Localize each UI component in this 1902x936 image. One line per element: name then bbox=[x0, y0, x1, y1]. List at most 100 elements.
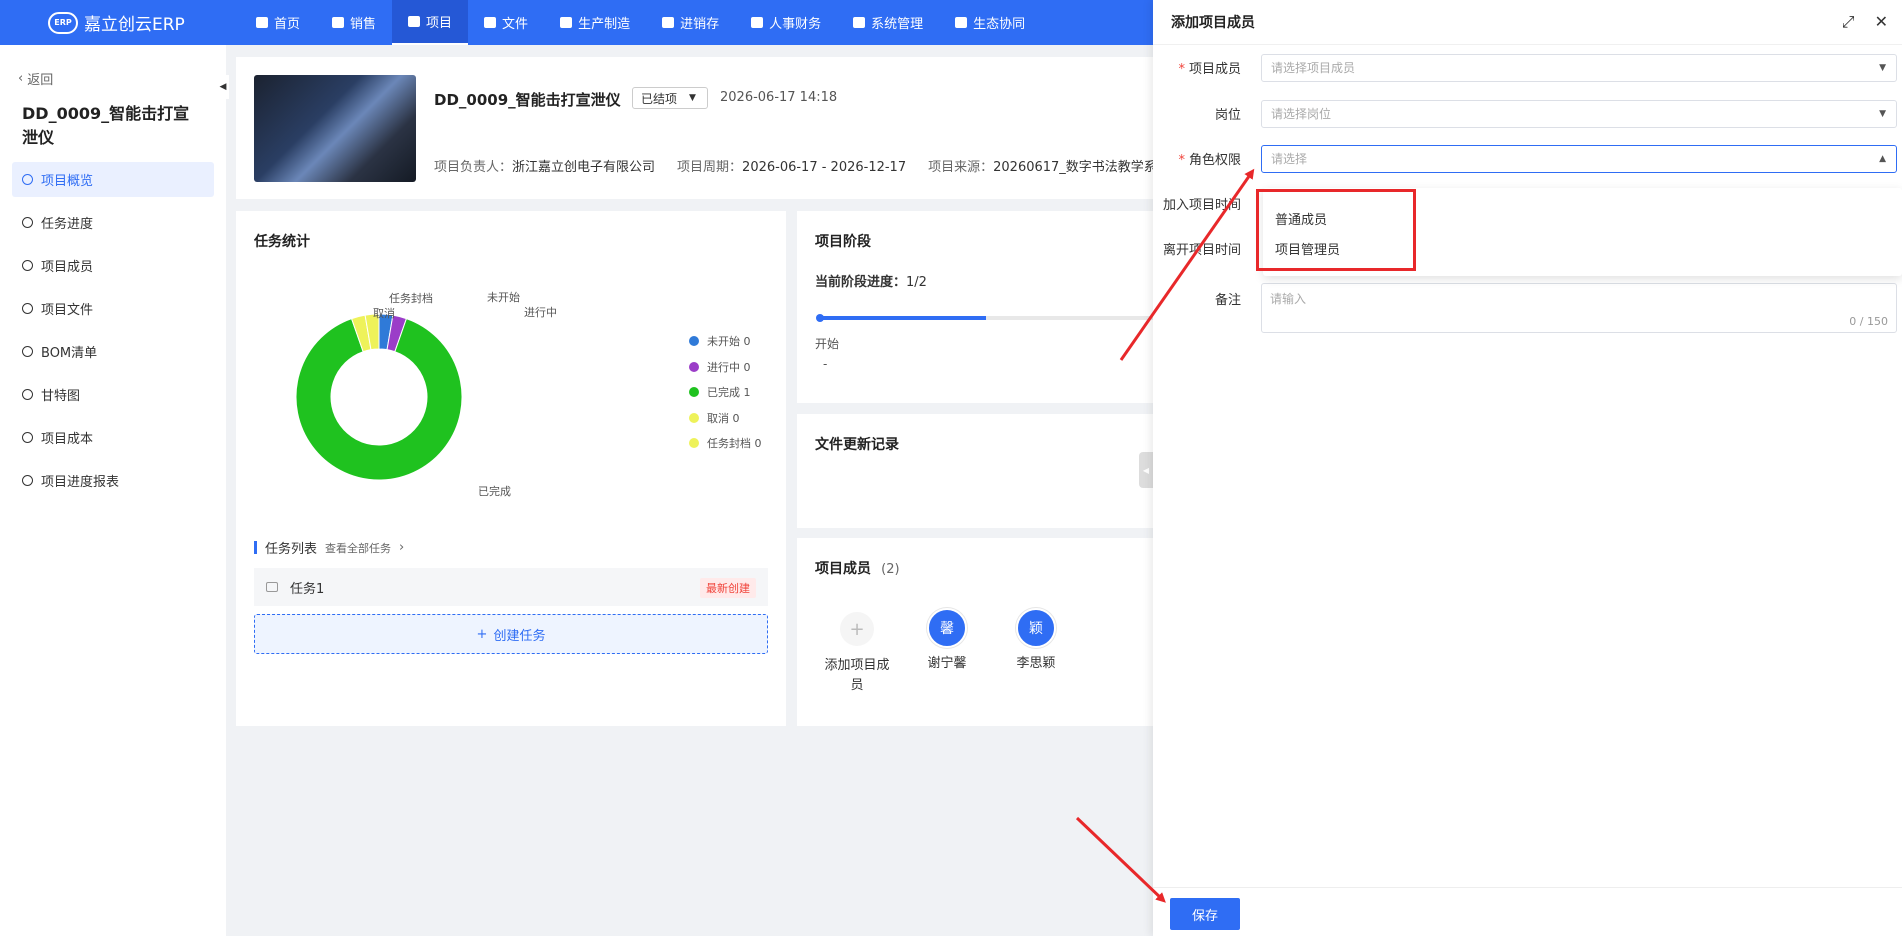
nav-label: 文件 bbox=[502, 17, 529, 32]
panel-collapse-handle[interactable]: ◀ bbox=[1139, 452, 1153, 488]
member-name: 谢宁馨 bbox=[927, 656, 967, 671]
members-card: 项目成员 (2) + 添加项目成员 馨 谢宁馨 颖 李思颖 bbox=[797, 538, 1153, 726]
project-datetime: 2026-06-17 14:18 bbox=[720, 90, 838, 105]
legend-dot bbox=[689, 361, 699, 372]
owner-field: 项目负责人：浙江嘉立创电子有限公司 bbox=[434, 156, 655, 175]
role-select[interactable]: 请选择 ▲ bbox=[1261, 144, 1897, 173]
annotation-highlight-box bbox=[1256, 189, 1416, 271]
sidebar-item-label: 项目进度报表 bbox=[41, 475, 120, 490]
pie-icon bbox=[22, 217, 33, 228]
create-task-button[interactable]: + 创建任务 bbox=[254, 614, 768, 654]
caret-up-icon: ▲ bbox=[1879, 153, 1886, 164]
period-field: 项目周期：2026-06-17 - 2026-12-17 bbox=[677, 156, 906, 175]
sidebar-item-overview[interactable]: 项目概览 bbox=[12, 162, 214, 197]
member-item[interactable]: 颖 李思颖 bbox=[1006, 608, 1066, 674]
legend-label: 进行中 0 bbox=[707, 360, 751, 374]
join-time-label: 加入项目时间 bbox=[1162, 198, 1241, 213]
nav-label: 生产制造 bbox=[578, 17, 631, 32]
sidebar-item-bom[interactable]: BOM清单 bbox=[12, 334, 214, 369]
back-link[interactable]: ‹ 返回 bbox=[0, 45, 226, 88]
gear-icon bbox=[853, 17, 866, 28]
nav-project[interactable]: 项目 bbox=[392, 0, 469, 45]
logo-mark-icon: ERP bbox=[48, 11, 78, 34]
legend-item[interactable]: 进行中 0 bbox=[689, 359, 751, 375]
save-button[interactable]: 保存 bbox=[1170, 898, 1240, 930]
nav-files[interactable]: 文件 bbox=[468, 0, 544, 45]
nav-label: 进销存 bbox=[680, 17, 720, 32]
close-icon[interactable]: ✕ bbox=[1875, 12, 1888, 32]
user-icon bbox=[22, 260, 33, 271]
remark-textarea[interactable]: 请输入 0 / 150 bbox=[1261, 283, 1897, 333]
sidebar-item-gantt[interactable]: 甘特图 bbox=[12, 377, 214, 412]
member-field-label: * 项目成员 bbox=[1178, 62, 1241, 77]
nav-label: 项目 bbox=[426, 16, 453, 31]
sidebar-item-label: 任务进度 bbox=[41, 217, 94, 232]
stage-dot bbox=[816, 314, 824, 322]
main-nav: 首页 销售 项目 文件 生产制造 进销存 人事财务 系统管理 生态协同 bbox=[240, 0, 1041, 45]
form-row-remark: 备注 请输入 0 / 150 bbox=[1153, 283, 1902, 333]
remark-label: 备注 bbox=[1214, 293, 1241, 308]
project-meta: 项目负责人：浙江嘉立创电子有限公司 项目周期：2026-06-17 - 2026… bbox=[434, 156, 1187, 175]
add-member-button[interactable]: + 添加项目成员 bbox=[819, 610, 895, 696]
legend-item[interactable]: 已完成 1 bbox=[689, 384, 751, 400]
stage-progress-fill bbox=[819, 316, 986, 320]
status-select[interactable]: 已结项 ▼ bbox=[632, 87, 708, 109]
form-row-role: * 角色权限 请选择 ▲ bbox=[1153, 144, 1902, 173]
nav-sales[interactable]: 销售 bbox=[316, 0, 392, 45]
remark-char-count: 0 / 150 bbox=[1849, 315, 1888, 328]
legend-item[interactable]: 未开始 0 bbox=[689, 333, 751, 349]
top-navbar: ERP 嘉立创云ERP 首页 销售 项目 文件 生产制造 进销存 人事财务 系统… bbox=[0, 0, 1153, 45]
callout-not-started: 未开始 bbox=[487, 291, 520, 304]
position-select[interactable]: 请选择岗位 ▼ bbox=[1261, 99, 1897, 128]
nav-manufacturing[interactable]: 生产制造 bbox=[544, 0, 646, 45]
sidebar-item-label: 项目成本 bbox=[41, 432, 94, 447]
callout-archived: 任务封档 bbox=[389, 292, 433, 305]
create-task-label: 创建任务 bbox=[493, 628, 546, 644]
legend-item[interactable]: 任务封档 0 bbox=[689, 435, 762, 451]
member-item[interactable]: 馨 谢宁馨 bbox=[917, 608, 977, 674]
network-icon bbox=[955, 17, 968, 28]
member-label-text: 项目成员 bbox=[1188, 62, 1241, 77]
drawer-actions: ⤢ ✕ bbox=[1842, 12, 1888, 32]
sidebar-item-cost[interactable]: 项目成本 bbox=[12, 420, 214, 455]
view-all-tasks-link[interactable]: 查看全部任务 bbox=[325, 540, 391, 556]
nav-label: 系统管理 bbox=[871, 17, 924, 32]
period-value: 2026-06-17 - 2026-12-17 bbox=[742, 160, 907, 175]
app-logo[interactable]: ERP 嘉立创云ERP bbox=[0, 10, 240, 35]
expand-icon[interactable]: ⤢ bbox=[1842, 12, 1855, 32]
period-label: 项目周期： bbox=[677, 160, 743, 175]
sidebar-menu: 项目概览 任务进度 项目成员 项目文件 BOM清单 甘特图 项目成本 项目进度报… bbox=[0, 162, 226, 498]
nav-label: 生态协同 bbox=[973, 17, 1026, 32]
nav-system[interactable]: 系统管理 bbox=[837, 0, 939, 45]
nav-hr-finance[interactable]: 人事财务 bbox=[735, 0, 837, 45]
legend-dot bbox=[689, 336, 699, 346]
sidebar-item-progress-report[interactable]: 项目进度报表 bbox=[12, 463, 214, 498]
task-stats-title: 任务统计 bbox=[254, 234, 310, 250]
task-row[interactable]: 任务1 最新创建 bbox=[254, 568, 768, 606]
nav-inventory[interactable]: 进销存 bbox=[646, 0, 735, 45]
cart-icon bbox=[332, 17, 345, 28]
stage-progress-track bbox=[819, 316, 1153, 320]
member-name: 李思颖 bbox=[1016, 656, 1056, 671]
chevron-right-icon: › bbox=[399, 540, 405, 555]
drawer-title: 添加项目成员 bbox=[1153, 0, 1902, 45]
project-header-card: DD_0009_智能击打宣泄仪 已结项 ▼ 2026-06-17 14:18 项… bbox=[236, 57, 1187, 199]
sidebar-item-label: 项目成员 bbox=[41, 260, 94, 275]
legend-dot bbox=[689, 438, 699, 448]
callout-cancel: 取消 bbox=[373, 307, 395, 320]
chevron-left-icon: ‹ bbox=[18, 71, 24, 86]
sidebar-item-files[interactable]: 项目文件 bbox=[12, 291, 214, 326]
sidebar-collapse-button[interactable]: ◀ bbox=[217, 75, 229, 99]
legend-label: 任务封档 0 bbox=[707, 437, 762, 450]
member-select[interactable]: 请选择项目成员 ▼ bbox=[1261, 53, 1897, 82]
nav-home[interactable]: 首页 bbox=[240, 0, 316, 45]
legend-item[interactable]: 取消 0 bbox=[689, 410, 740, 426]
sidebar-item-members[interactable]: 项目成员 bbox=[12, 248, 214, 283]
nav-ecosystem[interactable]: 生态协同 bbox=[939, 0, 1041, 45]
sidebar-item-label: BOM清单 bbox=[41, 346, 98, 361]
sidebar-item-task-progress[interactable]: 任务进度 bbox=[12, 205, 214, 240]
members-count: (2) bbox=[881, 562, 900, 577]
nav-label: 首页 bbox=[274, 17, 301, 32]
owner-value: 浙江嘉立创电子有限公司 bbox=[512, 160, 656, 175]
role-label-text: 角色权限 bbox=[1188, 153, 1241, 168]
